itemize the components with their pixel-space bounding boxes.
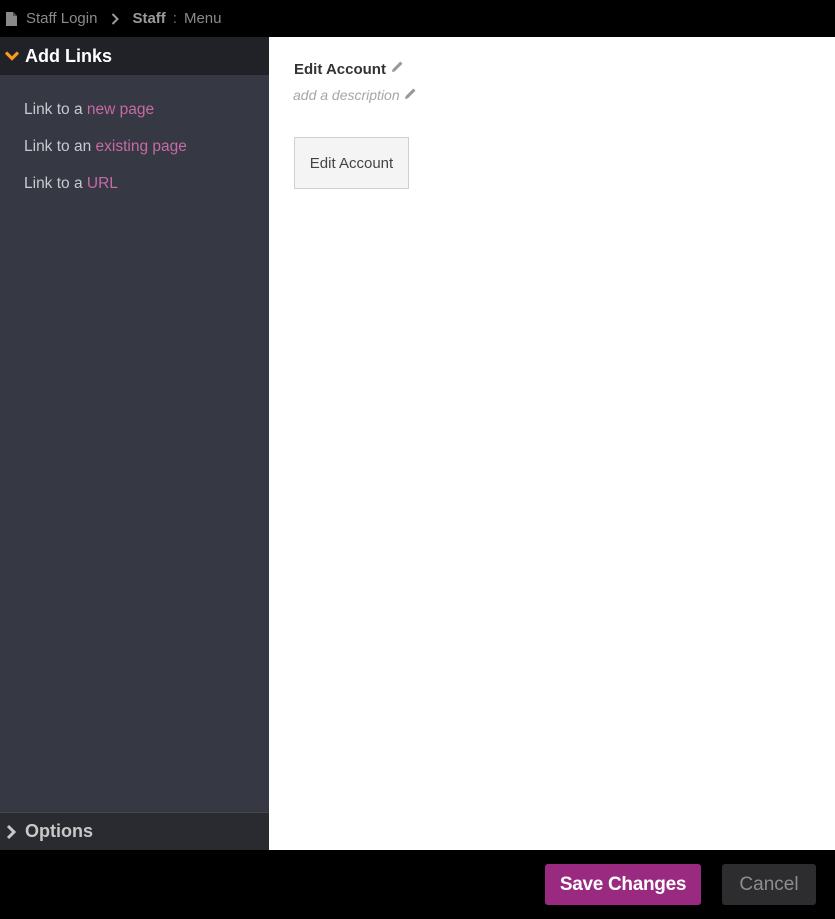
breadcrumb-section: Staff	[132, 10, 166, 27]
menu-title[interactable]: Edit Account	[294, 61, 404, 78]
menu-title-text[interactable]: Edit Account	[294, 61, 386, 78]
link-existing-page-highlight[interactable]: existing page	[96, 138, 187, 155]
footer: Save Changes Cancel	[0, 850, 835, 919]
breadcrumb-subsection: Menu	[183, 10, 222, 27]
breadcrumb-page[interactable]: Staff Login	[26, 10, 97, 27]
link-to-url[interactable]: Link to a URL	[0, 176, 269, 213]
chevron-down-icon	[4, 51, 20, 61]
description-placeholder[interactable]: add a description	[293, 87, 400, 103]
cancel-button[interactable]: Cancel	[722, 864, 816, 905]
link-prefix: Link to a	[24, 175, 87, 192]
link-to-new-page[interactable]: Link to a new page	[0, 102, 269, 139]
add-links-list: Link to a new page Link to an existing p…	[0, 75, 269, 213]
sidebar: Add Links Link to a new page Link to an …	[0, 37, 269, 850]
link-prefix: Link to an	[24, 138, 96, 155]
breadcrumb-separator: :	[172, 10, 177, 27]
pencil-icon[interactable]	[404, 87, 417, 100]
link-to-existing-page[interactable]: Link to an existing page	[0, 139, 269, 176]
pencil-icon[interactable]	[391, 60, 404, 73]
edit-account-menu-button[interactable]: Edit Account	[294, 137, 409, 189]
page-icon	[6, 11, 17, 26]
link-new-page-highlight[interactable]: new page	[87, 101, 154, 118]
menu-description[interactable]: add a description	[293, 87, 417, 103]
link-prefix: Link to a	[24, 101, 87, 118]
save-changes-button[interactable]: Save Changes	[545, 864, 701, 905]
add-links-header[interactable]: Add Links	[0, 37, 269, 75]
options-header[interactable]: Options	[0, 812, 269, 850]
link-url-highlight[interactable]: URL	[87, 175, 118, 192]
chevron-right-icon	[6, 824, 17, 839]
chevron-right-icon	[112, 12, 120, 25]
options-header-label: Options	[25, 821, 93, 841]
breadcrumb: Staff Login Staff : Menu	[0, 0, 835, 37]
menu-editor: Edit Account add a description Edit Acco…	[269, 37, 835, 850]
add-links-header-label: Add Links	[25, 45, 113, 66]
